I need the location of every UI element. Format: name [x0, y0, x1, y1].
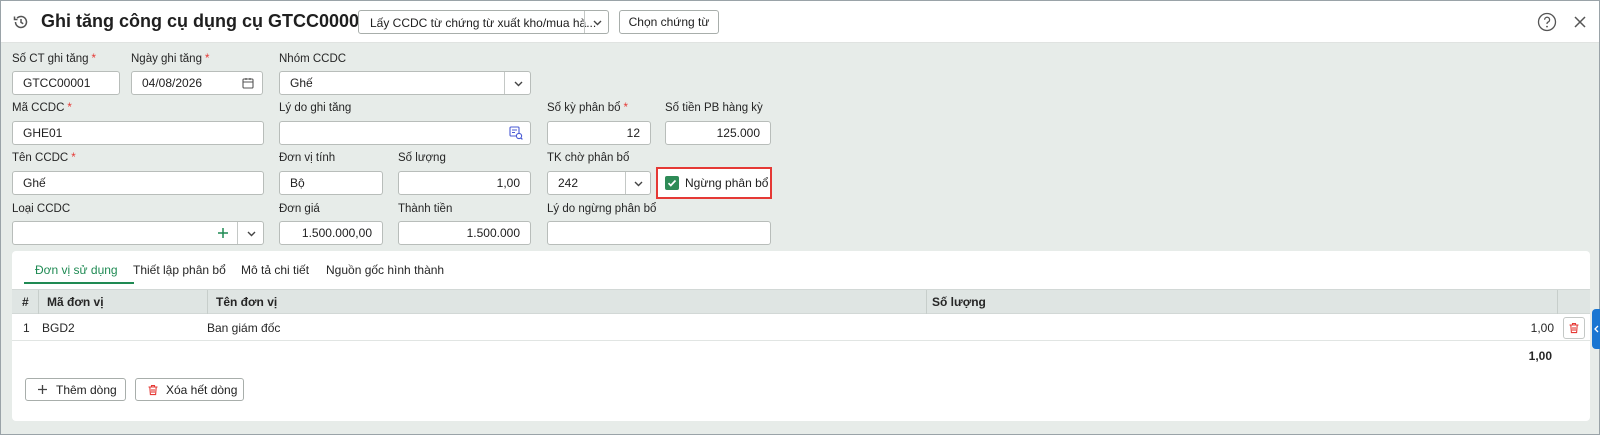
stop-allocation-highlight: Ngừng phân bổ [656, 167, 772, 199]
quantity-input[interactable]: 1,00 [398, 171, 531, 195]
help-icon[interactable] [1537, 12, 1557, 32]
name-input[interactable]: Ghế [12, 171, 264, 195]
unit-price-input[interactable]: 1.500.000,00 [279, 221, 383, 245]
stop-reason-label: Lý do ngừng phân bổ [547, 203, 657, 215]
group-label: Nhóm CCDC [279, 53, 347, 65]
amount-per-period-label: Số tiền PB hàng kỳ [665, 102, 763, 114]
doc-date-label: Ngày ghi tăng * [131, 53, 210, 65]
chevron-down-icon[interactable] [592, 17, 603, 28]
row-unit-name[interactable]: Ban giám đốc [207, 321, 280, 335]
delete-row-button[interactable] [1563, 317, 1585, 339]
source-combo-button[interactable]: Lấy CCDC từ chứng từ xuất kho/mua hà... [358, 10, 609, 34]
periods-input[interactable]: 12 [547, 121, 651, 145]
amount-per-period-input[interactable]: 125.000 [665, 121, 771, 145]
stop-allocation-checkbox[interactable] [665, 176, 679, 190]
pick-list-icon[interactable] [509, 126, 523, 140]
pending-account-label: TK chờ phân bổ [547, 152, 630, 164]
active-tab-indicator [24, 282, 134, 284]
total-label: Thành tiền [398, 203, 453, 215]
stop-reason-input[interactable] [547, 221, 771, 245]
grid-header: # Mã đơn vị Tên đơn vị Số lượng [12, 289, 1590, 314]
total-input[interactable]: 1.500.000 [398, 221, 531, 245]
plus-icon[interactable] [217, 227, 229, 239]
calendar-icon[interactable] [242, 77, 254, 89]
doc-date-input[interactable]: 04/08/2026 [131, 71, 263, 95]
chevron-down-icon[interactable] [246, 228, 257, 239]
unit-input[interactable]: Bộ [279, 171, 383, 195]
stop-allocation-label[interactable]: Ngừng phân bổ [685, 176, 768, 190]
checkmark-icon [667, 179, 677, 187]
tab-usage-units[interactable]: Đơn vị sử dụng [35, 263, 118, 277]
tab-origin[interactable]: Nguồn gốc hình thành [326, 263, 444, 277]
type-select[interactable] [12, 221, 264, 245]
side-panel-toggle[interactable] [1592, 309, 1600, 349]
add-row-label: Thêm dòng [56, 383, 117, 397]
row-unit-code[interactable]: BGD2 [42, 321, 75, 335]
row-index: 1 [23, 321, 30, 335]
trash-icon [1569, 323, 1579, 334]
row-quantity[interactable]: 1,00 [1492, 321, 1554, 335]
select-divider [504, 72, 505, 94]
quantity-label: Số lượng [398, 152, 446, 164]
reason-input[interactable] [279, 121, 531, 145]
clear-rows-label: Xóa hết dòng [166, 383, 238, 397]
col-unit-code: Mã đơn vị [47, 295, 104, 309]
reason-label: Lý do ghi tăng [279, 102, 352, 114]
col-divider[interactable] [926, 290, 927, 314]
unit-label: Đơn vị tính [279, 152, 336, 164]
code-label: Mã CCDC * [12, 102, 72, 114]
col-index: # [22, 295, 29, 309]
group-select[interactable]: Ghế [279, 71, 531, 95]
pending-account-select[interactable]: 242 [547, 171, 651, 195]
chevron-left-icon [1594, 325, 1599, 333]
periods-label: Số kỳ phân bổ * [547, 102, 629, 114]
close-icon[interactable] [1573, 15, 1587, 29]
col-divider[interactable] [207, 290, 208, 314]
total-quantity: 1,00 [1528, 349, 1552, 363]
col-quantity: Số lượng [932, 295, 986, 309]
plus-icon [38, 385, 47, 394]
doc-no-label: Số CT ghi tăng * [12, 53, 96, 65]
trash-icon [148, 385, 158, 396]
code-input[interactable]: GHE01 [12, 121, 264, 145]
unit-price-label: Đơn giá [279, 203, 320, 215]
col-divider[interactable] [1557, 290, 1558, 314]
history-icon[interactable] [12, 13, 30, 31]
detail-panel: Đơn vị sử dụng Thiết lập phân bổ Mô tả c… [12, 251, 1590, 421]
chevron-down-icon[interactable] [513, 78, 524, 89]
choose-document-button[interactable]: Chọn chứng từ [619, 10, 719, 34]
table-row[interactable]: 1 BGD2 Ban giám đốc 1,00 [12, 315, 1590, 341]
tab-allocation-setup[interactable]: Thiết lập phân bổ [133, 263, 226, 277]
combo-divider [584, 11, 585, 33]
chevron-down-icon[interactable] [633, 178, 644, 189]
type-label: Loại CCDC [12, 203, 71, 215]
name-label: Tên CCDC * [12, 152, 76, 164]
tab-description[interactable]: Mô tả chi tiết [241, 263, 309, 277]
dialog-header: Ghi tăng công cụ dụng cụ GTCC00001 Lấy C… [1, 1, 1599, 43]
col-divider[interactable] [38, 290, 39, 314]
doc-no-input[interactable]: GTCC00001 [12, 71, 120, 95]
col-unit-name: Tên đơn vị [216, 295, 278, 309]
select-divider [625, 172, 626, 194]
source-combo-label: Lấy CCDC từ chứng từ xuất kho/mua hà... [370, 16, 597, 30]
add-row-button[interactable]: Thêm dòng [25, 378, 126, 401]
dialog-window: Ghi tăng công cụ dụng cụ GTCC00001 Lấy C… [0, 0, 1600, 435]
clear-rows-button[interactable]: Xóa hết dòng [135, 378, 244, 401]
select-divider [237, 222, 238, 244]
page-title: Ghi tăng công cụ dụng cụ GTCC00001 [41, 11, 370, 31]
